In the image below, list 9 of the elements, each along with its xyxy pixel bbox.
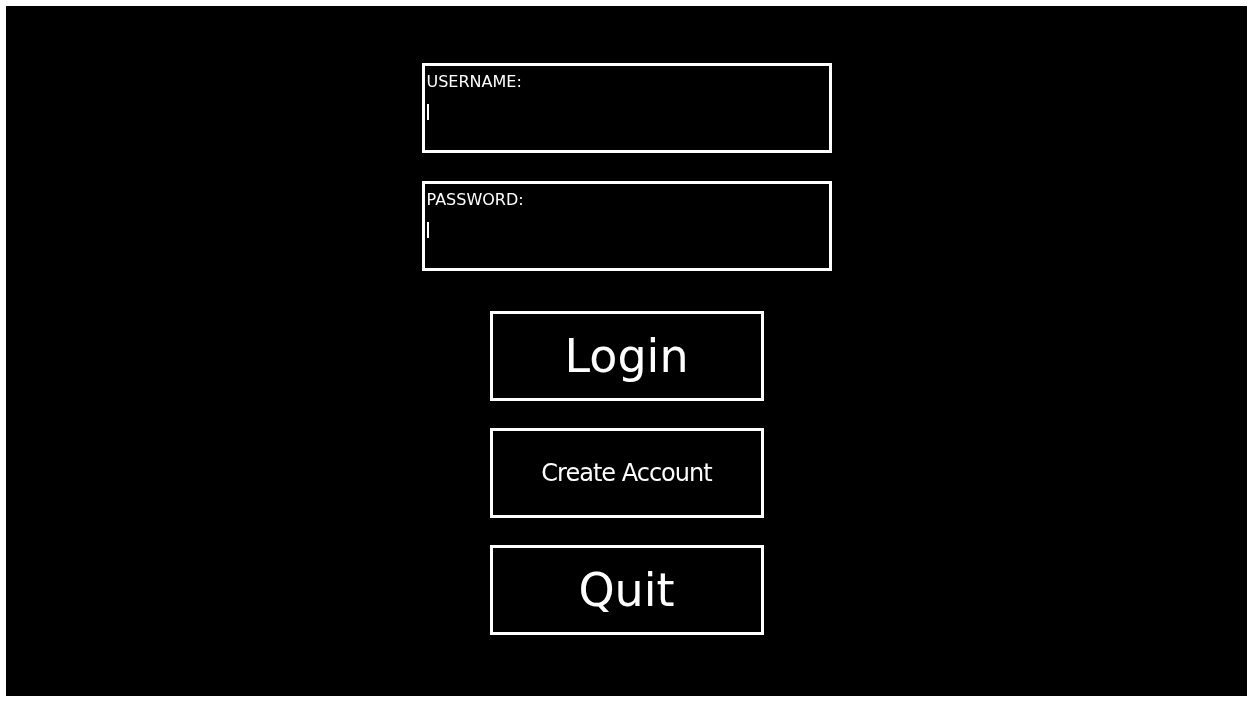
input-field[interactable]: USERNAME: bbox=[421, 63, 832, 153]
field-label: PASSWORD: bbox=[426, 190, 524, 210]
menu-button[interactable]: Create Account bbox=[489, 428, 764, 518]
menu-button[interactable]: Login bbox=[489, 311, 764, 401]
field-label: USERNAME: bbox=[426, 72, 522, 92]
text-cursor bbox=[426, 222, 429, 238]
text-cursor bbox=[426, 104, 429, 120]
input-field[interactable]: PASSWORD: bbox=[421, 181, 832, 271]
menu-button[interactable]: Quit bbox=[489, 545, 764, 635]
